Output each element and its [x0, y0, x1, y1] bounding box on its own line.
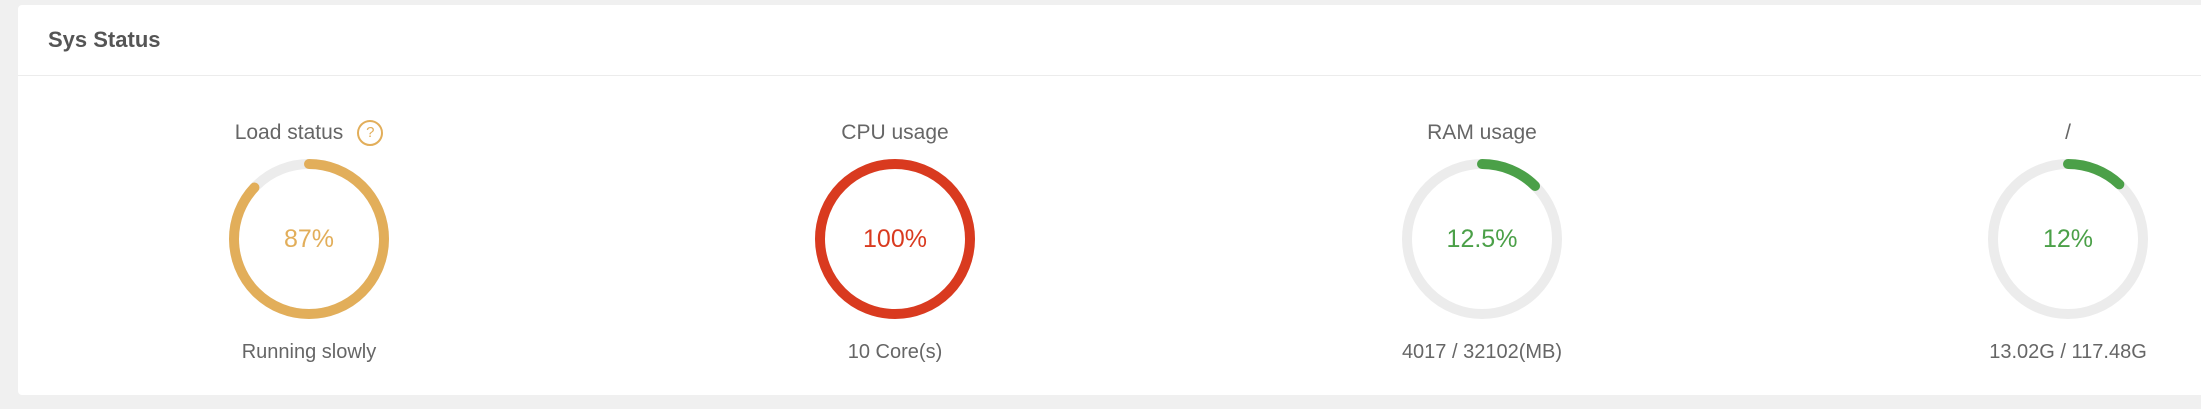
gauge-label-row: RAM usage: [1322, 117, 1642, 149]
gauge-subtitle: 10 Core(s): [847, 341, 943, 363]
gauge-ring: 100%: [815, 159, 975, 319]
gauge-label-row: /: [1908, 117, 2201, 149]
sys-status-panel: Sys Status Load status ? 87% Running slo…: [18, 5, 2201, 395]
question-circle-icon[interactable]: ?: [357, 120, 384, 146]
gauge-subtitle: 13.02G / 117.48G: [1989, 341, 2147, 363]
gauge-label: /: [2065, 121, 2071, 144]
gauge-value: 100%: [863, 224, 927, 253]
panel-header: Sys Status: [18, 5, 2201, 76]
gauge-subtitle: 4017 / 32102(MB): [1401, 341, 1563, 363]
gauge-subtitle: Running slowly: [241, 341, 377, 363]
gauge-value: 12%: [2042, 224, 2094, 253]
gauge-load-status: Load status ? 87% Running slowly: [149, 117, 469, 364]
gauge-ring: 12.5%: [1402, 159, 1562, 319]
panel-title: Sys Status: [48, 27, 161, 52]
gauge-label: Load status: [234, 121, 344, 144]
gauge-value: 12.5%: [1446, 224, 1518, 253]
gauge-ring: 12%: [1988, 159, 2148, 319]
gauge-label: CPU usage: [841, 121, 949, 144]
gauge-value: 87%: [283, 224, 335, 253]
gauge-ram-usage: RAM usage 12.5% 4017 / 32102(MB): [1322, 117, 1642, 364]
gauge-label-row: Load status ?: [149, 117, 469, 149]
gauge-label: RAM usage: [1427, 121, 1537, 144]
gauge-disk-root: / 12% 13.02G / 117.48G: [1908, 117, 2201, 364]
gauge-label-row: CPU usage: [735, 117, 1055, 149]
gauge-ring: 87%: [229, 159, 389, 319]
gauge-cpu-usage: CPU usage 100% 10 Core(s): [735, 117, 1055, 364]
